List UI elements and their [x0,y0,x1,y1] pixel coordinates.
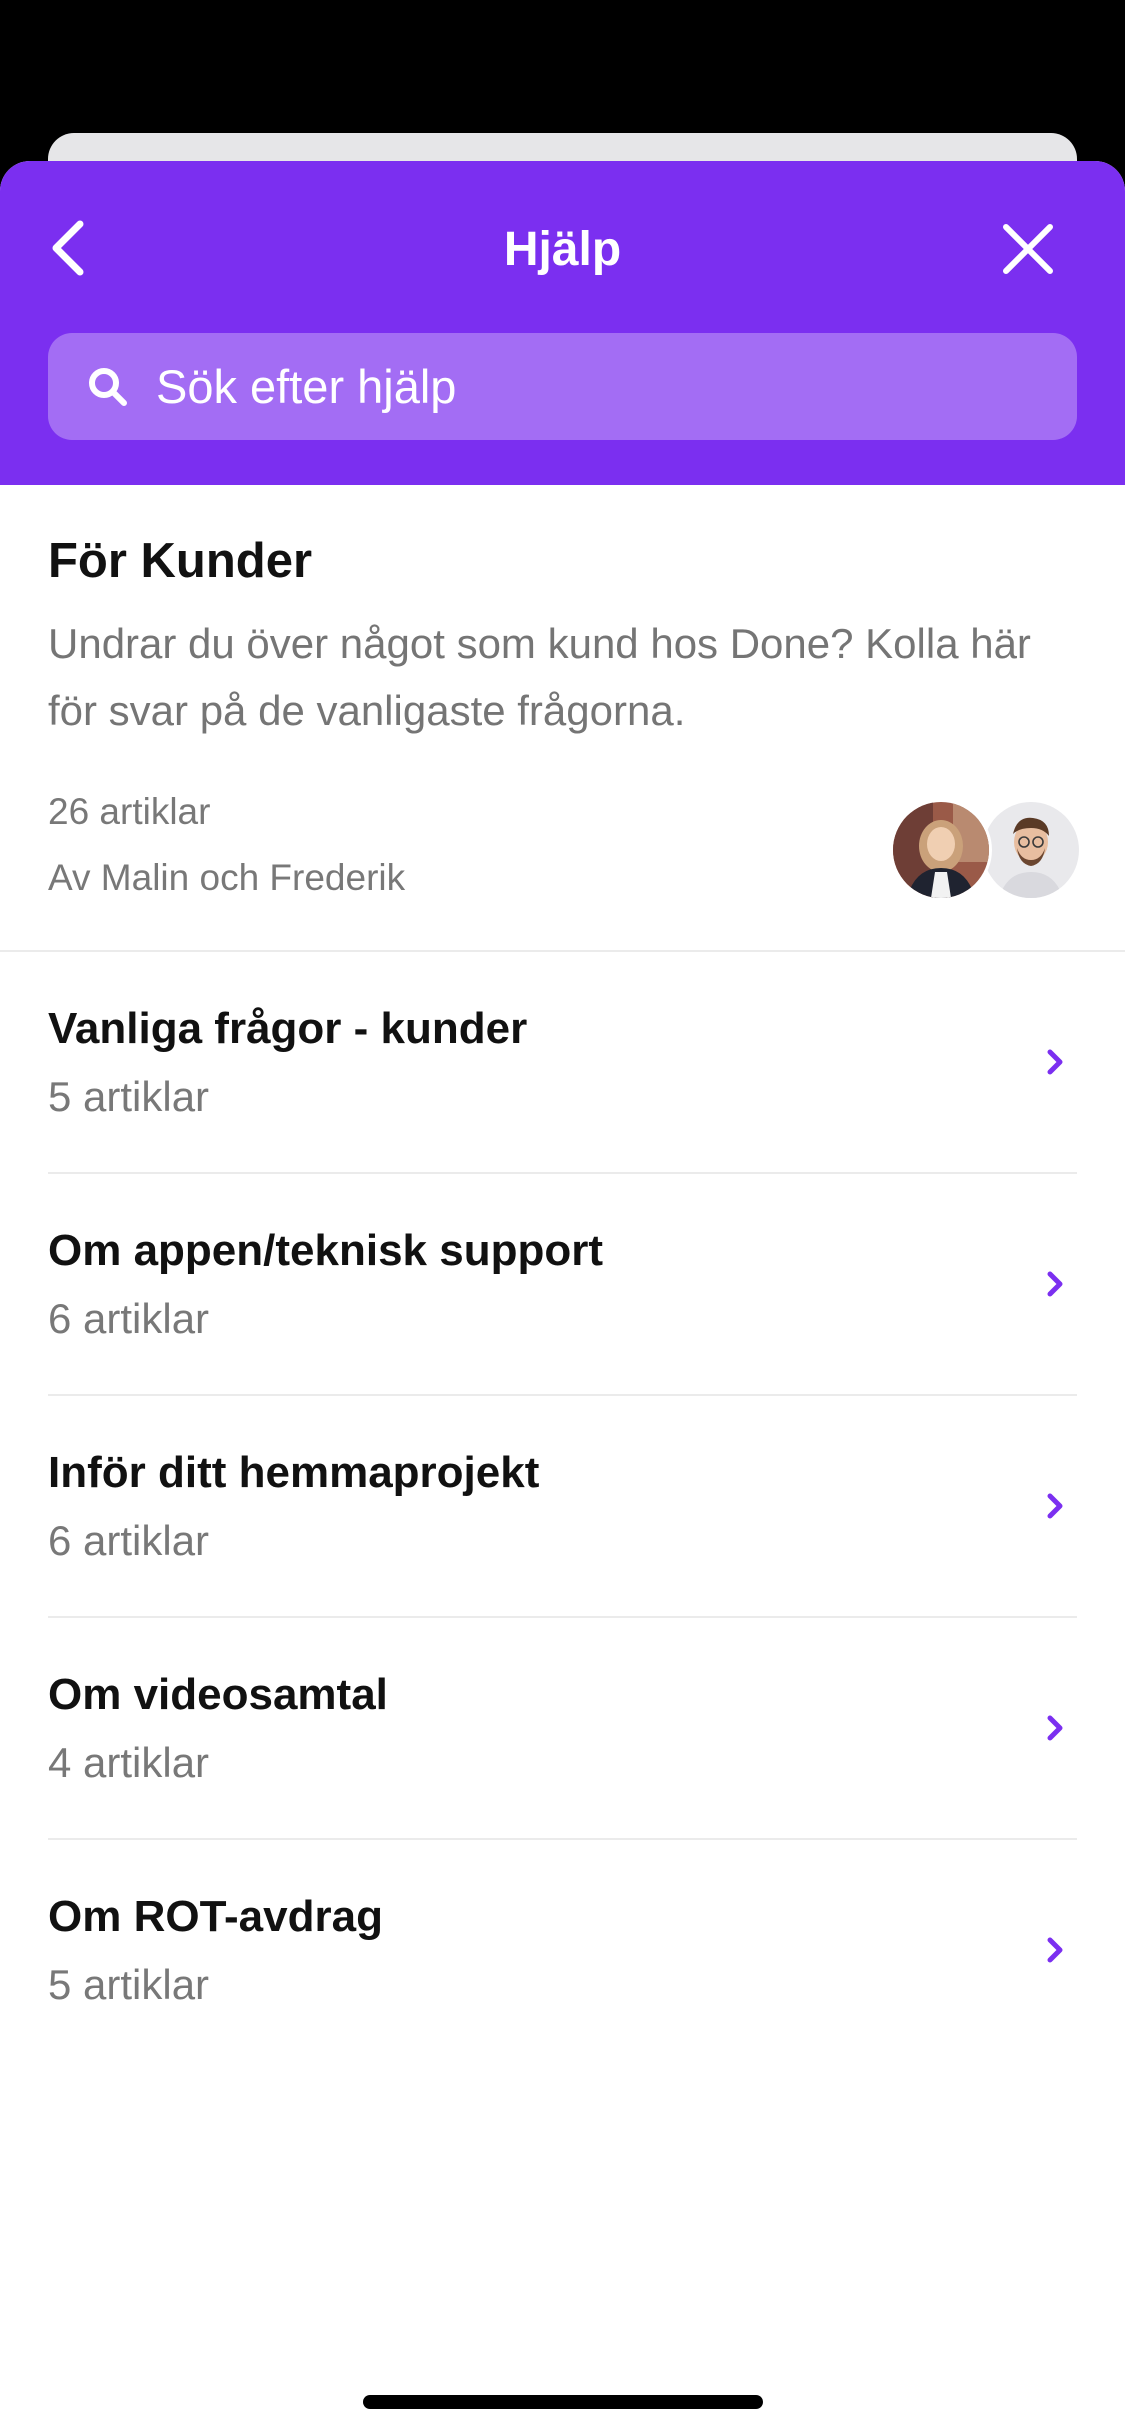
category-list: Vanliga frågor - kunder 5 artiklar Om ap… [0,952,1125,2062]
close-icon [1003,224,1053,274]
chevron-right-icon [1047,1271,1063,1297]
category-article-count: 6 artiklar [48,1295,210,1342]
list-item[interactable]: Vanliga frågor - kunder 5 artiklar [0,952,1125,1174]
chevron-left-icon [52,220,84,276]
collection-authors: Av Malin och Frederik [48,857,406,898]
help-sheet: Hjälp För Kunder Undrar du över något so… [0,161,1125,2436]
screen: Hjälp För Kunder Undrar du över något so… [0,0,1125,2436]
chevron-right-icon [1047,1493,1063,1519]
category-article-count: 5 artiklar [48,1961,210,2008]
category-title: Inför ditt hemmaprojekt [48,1448,540,1497]
list-item[interactable]: Om ROT-avdrag 5 artiklar [0,1840,1125,2062]
search-input[interactable] [156,333,1036,440]
avatar [980,799,1082,901]
category-title: Om videosamtal [48,1670,388,1719]
collection-title: För Kunder [48,534,313,588]
home-indicator [363,2395,763,2409]
category-title: Vanliga frågor - kunder [48,1004,528,1053]
list-item[interactable]: Om appen/teknisk support 6 artiklar [0,1174,1125,1396]
category-article-count: 4 artiklar [48,1739,210,1786]
avatar [890,799,992,901]
back-button[interactable] [38,213,98,283]
category-title: Om appen/teknisk support [48,1226,603,1275]
help-header: Hjälp [0,161,1125,485]
close-button[interactable] [992,213,1064,285]
list-item[interactable]: Om videosamtal 4 artiklar [0,1618,1125,1840]
collection-card[interactable]: För Kunder Undrar du över något som kund… [0,485,1125,952]
page-title: Hjälp [503,223,622,276]
list-item[interactable]: Inför ditt hemmaprojekt 6 artiklar [0,1396,1125,1618]
chevron-right-icon [1047,1715,1063,1741]
search-bar[interactable] [48,333,1077,440]
search-icon [89,368,127,406]
category-title: Om ROT-avdrag [48,1892,383,1941]
category-article-count: 6 artiklar [48,1517,210,1564]
chevron-right-icon [1047,1049,1063,1075]
chevron-right-icon [1047,1937,1063,1963]
collection-description: Undrar du över något som kund hos Done? … [48,620,1031,734]
author-avatars [890,799,1082,901]
category-article-count: 5 artiklar [48,1073,210,1120]
collection-article-count: 26 artiklar [48,791,211,832]
